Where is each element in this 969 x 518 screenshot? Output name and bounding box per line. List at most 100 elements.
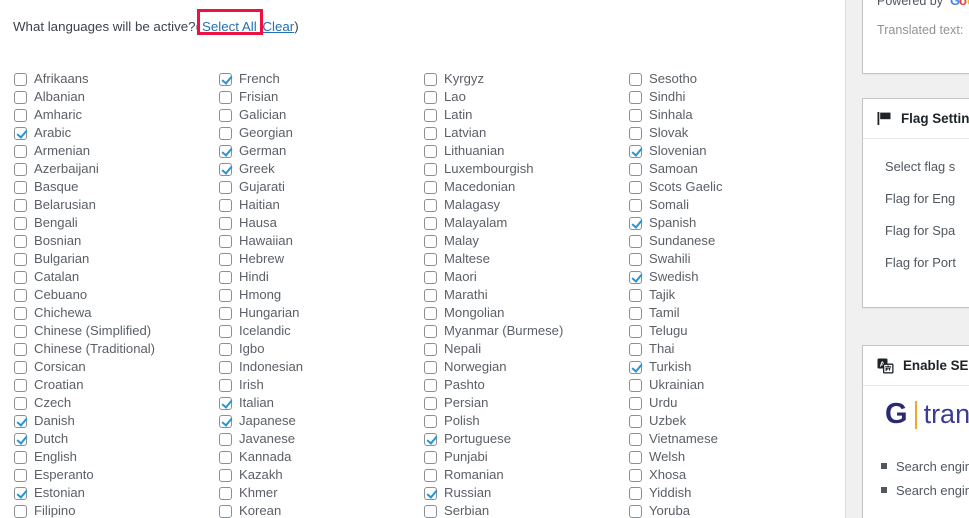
language-item[interactable]: Hawaiian xyxy=(219,232,410,250)
language-checkbox-samoan[interactable] xyxy=(629,162,642,176)
language-label[interactable]: Belarusian xyxy=(34,196,96,214)
language-label[interactable]: Chichewa xyxy=(34,304,92,322)
language-item[interactable]: Bulgarian xyxy=(14,250,205,268)
language-item[interactable]: Kyrgyz xyxy=(424,70,615,88)
language-item[interactable]: Croatian xyxy=(14,376,205,394)
language-checkbox-khmer[interactable] xyxy=(219,486,232,500)
language-label[interactable]: Scots Gaelic xyxy=(649,178,723,196)
language-label[interactable]: Italian xyxy=(239,394,274,412)
language-label[interactable]: Nepali xyxy=(444,340,481,358)
language-item[interactable]: Welsh xyxy=(629,448,820,466)
language-item[interactable]: Somali xyxy=(629,196,820,214)
language-label[interactable]: Armenian xyxy=(34,142,90,160)
language-checkbox-georgian[interactable] xyxy=(219,126,232,140)
language-label[interactable]: Japanese xyxy=(239,412,296,430)
language-label[interactable]: Swahili xyxy=(649,250,690,268)
language-checkbox-serbian[interactable] xyxy=(424,504,437,518)
language-label[interactable]: Latin xyxy=(444,106,472,124)
language-checkbox-xhosa[interactable] xyxy=(629,468,642,482)
language-label[interactable]: Igbo xyxy=(239,340,264,358)
language-checkbox-mongolian[interactable] xyxy=(424,306,437,320)
language-item[interactable]: Chinese (Traditional) xyxy=(14,340,205,358)
language-checkbox-spanish[interactable] xyxy=(629,216,642,230)
language-item[interactable]: Kannada xyxy=(219,448,410,466)
language-checkbox-malay[interactable] xyxy=(424,234,437,248)
language-label[interactable]: German xyxy=(239,142,286,160)
language-item[interactable]: Scots Gaelic xyxy=(629,178,820,196)
language-label[interactable]: Lao xyxy=(444,88,466,106)
language-label[interactable]: Gujarati xyxy=(239,178,285,196)
language-label[interactable]: Greek xyxy=(239,160,275,178)
language-label[interactable]: Kazakh xyxy=(239,466,283,484)
language-checkbox-croatian[interactable] xyxy=(14,378,27,392)
language-label[interactable]: Czech xyxy=(34,394,71,412)
language-checkbox-greek[interactable] xyxy=(219,162,232,176)
language-checkbox-belarusian[interactable] xyxy=(14,198,27,212)
language-checkbox-nepali[interactable] xyxy=(424,342,437,356)
language-checkbox-malagasy[interactable] xyxy=(424,198,437,212)
language-checkbox-kannada[interactable] xyxy=(219,450,232,464)
language-checkbox-sindhi[interactable] xyxy=(629,90,642,104)
language-label[interactable]: Slovak xyxy=(649,124,688,142)
language-item[interactable]: Urdu xyxy=(629,394,820,412)
language-label[interactable]: Tajik xyxy=(649,286,675,304)
language-checkbox-hausa[interactable] xyxy=(219,216,232,230)
language-item[interactable]: German xyxy=(219,142,410,160)
language-label[interactable]: Basque xyxy=(34,178,78,196)
language-item[interactable]: Swahili xyxy=(629,250,820,268)
language-item[interactable]: Uzbek xyxy=(629,412,820,430)
language-checkbox-haitian[interactable] xyxy=(219,198,232,212)
language-checkbox-scots-gaelic[interactable] xyxy=(629,180,642,194)
language-label[interactable]: Vietnamese xyxy=(649,430,718,448)
language-item[interactable]: Punjabi xyxy=(424,448,615,466)
language-label[interactable]: Norwegian xyxy=(444,358,507,376)
language-checkbox-chichewa[interactable] xyxy=(14,306,27,320)
language-item[interactable]: Esperanto xyxy=(14,466,205,484)
language-item[interactable]: Haitian xyxy=(219,196,410,214)
language-item[interactable]: English xyxy=(14,448,205,466)
language-checkbox-afrikaans[interactable] xyxy=(14,72,27,86)
language-checkbox-myanmar-burmese[interactable] xyxy=(424,324,437,338)
language-label[interactable]: Romanian xyxy=(444,466,504,484)
language-checkbox-pashto[interactable] xyxy=(424,378,437,392)
language-item[interactable]: Latvian xyxy=(424,124,615,142)
language-checkbox-punjabi[interactable] xyxy=(424,450,437,464)
language-item[interactable]: Khmer xyxy=(219,484,410,502)
language-checkbox-lithuanian[interactable] xyxy=(424,144,437,158)
language-item[interactable]: Norwegian xyxy=(424,358,615,376)
language-checkbox-galician[interactable] xyxy=(219,108,232,122)
language-item[interactable]: Galician xyxy=(219,106,410,124)
language-checkbox-corsican[interactable] xyxy=(14,360,27,374)
language-checkbox-latin[interactable] xyxy=(424,108,437,122)
language-item[interactable]: Armenian xyxy=(14,142,205,160)
language-label[interactable]: Frisian xyxy=(239,88,278,106)
language-label[interactable]: Chinese (Simplified) xyxy=(34,322,151,340)
language-checkbox-telugu[interactable] xyxy=(629,324,642,338)
language-label[interactable]: Georgian xyxy=(239,124,293,142)
language-item[interactable]: Lao xyxy=(424,88,615,106)
language-checkbox-amharic[interactable] xyxy=(14,108,27,122)
language-item[interactable]: Yiddish xyxy=(629,484,820,502)
language-label[interactable]: Cebuano xyxy=(34,286,87,304)
language-label[interactable]: Bengali xyxy=(34,214,78,232)
language-item[interactable]: Filipino xyxy=(14,502,205,518)
language-label[interactable]: Hungarian xyxy=(239,304,299,322)
language-checkbox-bengali[interactable] xyxy=(14,216,27,230)
language-checkbox-gujarati[interactable] xyxy=(219,180,232,194)
language-label[interactable]: Korean xyxy=(239,502,281,518)
language-item[interactable]: Hungarian xyxy=(219,304,410,322)
language-label[interactable]: Malayalam xyxy=(444,214,507,232)
language-item[interactable]: Javanese xyxy=(219,430,410,448)
language-checkbox-azerbaijani[interactable] xyxy=(14,162,27,176)
language-label[interactable]: English xyxy=(34,448,77,466)
language-label[interactable]: Kannada xyxy=(239,448,291,466)
flag-setting-row[interactable]: Flag for Spa xyxy=(863,215,969,247)
language-label[interactable]: Xhosa xyxy=(649,466,686,484)
language-item[interactable]: Irish xyxy=(219,376,410,394)
language-checkbox-welsh[interactable] xyxy=(629,450,642,464)
language-label[interactable]: Esperanto xyxy=(34,466,94,484)
language-item[interactable]: Maori xyxy=(424,268,615,286)
language-label[interactable]: Amharic xyxy=(34,106,82,124)
language-checkbox-russian[interactable] xyxy=(424,486,437,500)
language-checkbox-malayalam[interactable] xyxy=(424,216,437,230)
